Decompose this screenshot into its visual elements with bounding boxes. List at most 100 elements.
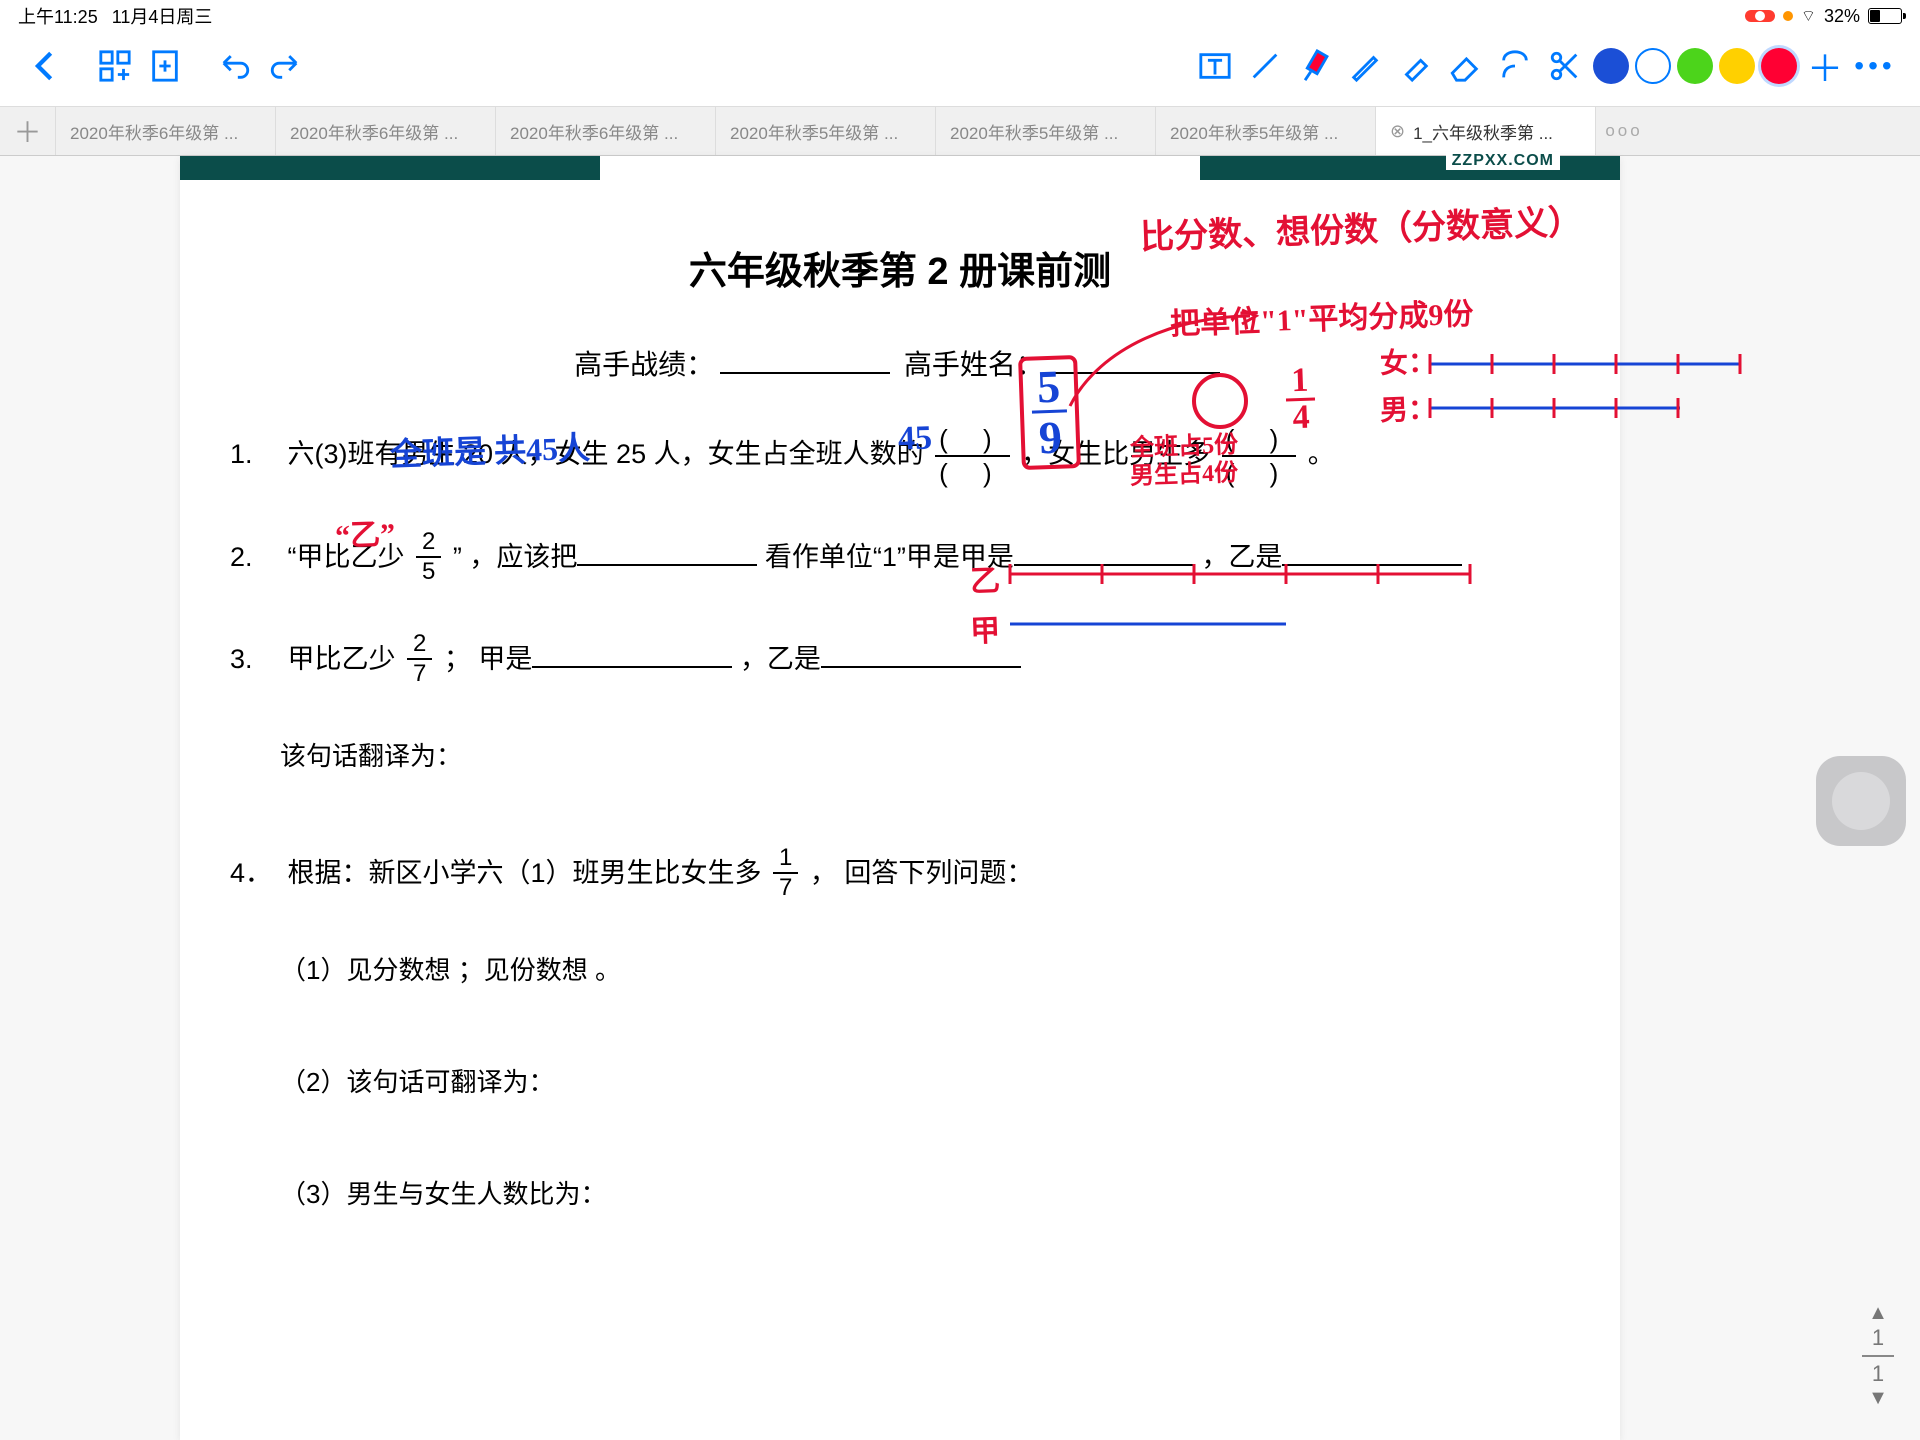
- color-yellow[interactable]: [1719, 48, 1755, 84]
- hand-boy-line: [1430, 388, 1750, 448]
- tabs-overflow-button[interactable]: ooo: [1596, 107, 1652, 155]
- q2-text-b: ” ，应该把: [453, 542, 578, 572]
- hand-j-label: 甲: [969, 605, 1001, 650]
- tab-label: 2020年秋季6年级第 ...: [510, 119, 678, 144]
- q4p1-a: （1）见分数想: [280, 955, 450, 985]
- q4p3: （3）男生与女生人数比为：: [280, 1179, 606, 1209]
- q1-num: 1.: [230, 423, 280, 485]
- line-tool-icon[interactable]: [1240, 41, 1290, 91]
- add-page-icon[interactable]: [140, 41, 190, 91]
- q4p1-c: 。: [595, 955, 621, 985]
- assistive-touch-button[interactable]: [1816, 756, 1906, 846]
- tab-2[interactable]: 2020年秋季6年级第 ...: [496, 107, 716, 155]
- orange-dot-indicator: [1783, 11, 1793, 21]
- tab-5[interactable]: 2020年秋季5年级第 ...: [1156, 107, 1376, 155]
- battery-pct: 32%: [1824, 6, 1860, 27]
- q4-frac-n: 1: [773, 846, 798, 874]
- q4-frac-d: 7: [779, 874, 792, 900]
- document-page: ZZPXX.COM 六年级秋季第 2 册课前测 高手战绩： 高手姓名： 1. 六…: [180, 156, 1620, 1440]
- q4p1-b: ；见份数想: [458, 955, 588, 985]
- color-red-selected[interactable]: [1761, 48, 1797, 84]
- q4-text-b: ， 回答下列问题：: [810, 858, 1034, 888]
- back-button[interactable]: [20, 41, 70, 91]
- tab-label: 2020年秋季6年级第 ...: [290, 119, 458, 144]
- tab-3[interactable]: 2020年秋季5年级第 ...: [716, 107, 936, 155]
- scissors-tool-icon[interactable]: [1540, 41, 1590, 91]
- q4-part1: （1）见分数想 ；见份数想 。: [220, 944, 1580, 996]
- tab-6-active[interactable]: ⊗ 1_六年级秋季第 ...: [1376, 107, 1596, 155]
- color-white[interactable]: [1635, 48, 1671, 84]
- translate-label: 该句话翻译为：: [280, 741, 462, 771]
- canvas-area[interactable]: ZZPXX.COM 六年级秋季第 2 册课前测 高手战绩： 高手姓名： 1. 六…: [0, 156, 1920, 1440]
- tab-label: 2020年秋季6年级第 ...: [70, 119, 238, 144]
- tab-label: 1_六年级秋季第 ...: [1413, 119, 1553, 144]
- status-date: 11月4日周三: [112, 3, 213, 29]
- highlighter-tool-icon[interactable]: [1390, 41, 1440, 91]
- tab-label: 2020年秋季5年级第 ...: [730, 119, 898, 144]
- hand-q2-lines: [1010, 556, 1490, 656]
- q3-text-b: ； 甲是: [444, 644, 533, 674]
- hand-circle: [1190, 371, 1250, 431]
- q4-part3: （3）男生与女生人数比为：: [220, 1168, 1580, 1220]
- q4-part2: （2）该句话可翻译为：: [220, 1056, 1580, 1108]
- close-tab-icon[interactable]: ⊗: [1390, 121, 1405, 142]
- tab-1[interactable]: 2020年秋季6年级第 ...: [276, 107, 496, 155]
- q3-translate: 该句话翻译为：: [220, 730, 1580, 782]
- hand-z-label: 乙: [969, 555, 1001, 600]
- wifi-icon: ⌔: [1801, 6, 1816, 26]
- pen-tool-icon[interactable]: [1290, 41, 1340, 91]
- q4-text-a: 根据：新区小学六（1）班男生比女生多: [288, 858, 762, 888]
- q3-text-a: 甲比乙少: [288, 644, 396, 674]
- tab-label: 2020年秋季5年级第 ...: [950, 119, 1118, 144]
- page-nav: ▲ 1 1 ▼: [1858, 1302, 1898, 1410]
- q2-frac-d: 5: [422, 558, 435, 584]
- new-tab-button[interactable]: ＋: [0, 107, 56, 155]
- q4-num: 4．: [230, 842, 280, 904]
- main-toolbar: ＋ •••: [0, 36, 1920, 96]
- hand-blue-under: “乙”: [334, 509, 395, 555]
- hand-frac-1-4: 1 4: [1285, 364, 1316, 436]
- page-current: 1: [1858, 1325, 1898, 1351]
- tab-0[interactable]: 2020年秋季6年级第 ...: [56, 107, 276, 155]
- hand-14-d: 4: [1286, 400, 1316, 435]
- hand-note3: 男生占4份: [1129, 452, 1238, 491]
- q2-num: 2.: [230, 526, 280, 588]
- doc-subtitle: 高手战绩： 高手姓名：: [220, 343, 1580, 383]
- page-total: 1: [1858, 1361, 1898, 1387]
- color-green[interactable]: [1677, 48, 1713, 84]
- redo-button[interactable]: [260, 41, 310, 91]
- tab-4[interactable]: 2020年秋季5年级第 ...: [936, 107, 1156, 155]
- grid-icon[interactable]: [90, 41, 140, 91]
- more-menu-button[interactable]: •••: [1850, 50, 1900, 82]
- hand-blue1: 全班是 共45人: [389, 423, 590, 476]
- q3-frac-n: 2: [407, 632, 432, 660]
- screen-record-pill[interactable]: [1745, 10, 1775, 22]
- hand-frac-d: 9: [1038, 413, 1063, 462]
- undo-button[interactable]: [210, 41, 260, 91]
- watermark-text: ZZPXX.COM: [1446, 152, 1560, 170]
- hand-girl-label: 女：: [1379, 340, 1436, 382]
- score-label: 高手战绩：: [574, 349, 714, 380]
- page-down-icon[interactable]: ▼: [1858, 1387, 1898, 1410]
- header-bar: [180, 156, 1620, 180]
- tab-strip: ＋ 2020年秋季6年级第 ... 2020年秋季6年级第 ... 2020年秋…: [0, 106, 1920, 156]
- hand-14-n: 1: [1285, 364, 1315, 402]
- add-tool-button[interactable]: ＋: [1800, 40, 1850, 92]
- q1-text-a: 六(3)班有男生 20 人，女生 25 人，女生占全班人数的: [288, 439, 924, 469]
- question-4: 4． 根据：新区小学六（1）班男生比女生多 17 ， 回答下列问题：: [220, 842, 1580, 904]
- tab-label: 2020年秋季5年级第 ...: [1170, 119, 1338, 144]
- pencil-tool-icon[interactable]: [1340, 41, 1390, 91]
- textbox-tool-icon[interactable]: [1190, 41, 1240, 91]
- eraser-tool-icon[interactable]: [1440, 41, 1490, 91]
- color-blue[interactable]: [1593, 48, 1629, 84]
- q3-frac-d: 7: [413, 660, 426, 686]
- hand-boy-label: 男：: [1379, 387, 1436, 429]
- q2-frac-n: 2: [416, 530, 441, 558]
- q3-text-c: ，乙是: [740, 644, 821, 674]
- status-time: 上午11:25: [18, 3, 98, 29]
- page-up-icon[interactable]: ▲: [1858, 1302, 1898, 1325]
- battery-icon: [1868, 8, 1902, 24]
- q4p2: （2）该句话可翻译为：: [280, 1067, 554, 1097]
- hand-blue2: 45: [897, 419, 932, 458]
- lasso-tool-icon[interactable]: [1490, 41, 1540, 91]
